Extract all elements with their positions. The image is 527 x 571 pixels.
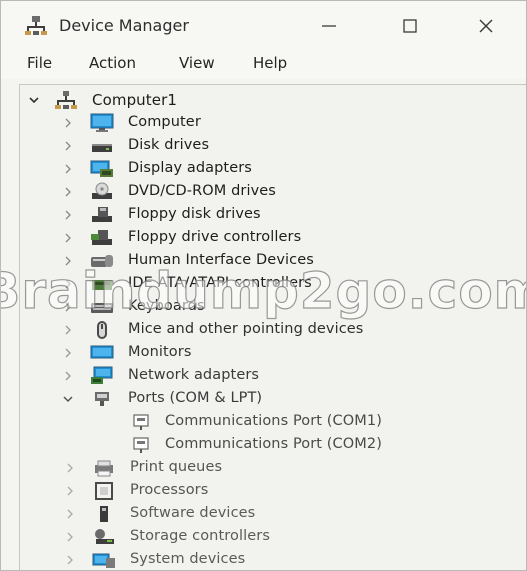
chevron-right-icon[interactable]: [62, 209, 74, 221]
tree-root-computer1[interactable]: Computer1: [20, 89, 520, 111]
tree-item-label: Human Interface Devices: [128, 252, 314, 268]
chevron-right-icon[interactable]: [62, 140, 74, 152]
processor-icon: [95, 482, 113, 500]
tree-item-software-devices[interactable]: Software devices: [20, 503, 520, 525]
tree-item-label: Disk drives: [128, 137, 210, 153]
tree-item-monitors[interactable]: Monitors: [20, 342, 520, 364]
window-title: Device Manager: [59, 16, 189, 35]
tree-item-label: IDE ATA/ATAPI controllers: [128, 275, 312, 291]
network-adapter-icon: [91, 366, 113, 384]
tree-item-print-queues[interactable]: Print queues: [20, 457, 520, 479]
minimize-button[interactable]: [306, 7, 352, 45]
menu-action[interactable]: Action: [87, 54, 138, 72]
com-port-icon: [133, 414, 149, 430]
chevron-right-icon[interactable]: [62, 232, 74, 244]
chevron-right-icon[interactable]: [64, 462, 76, 474]
computer-network-icon: [55, 91, 77, 109]
storage-controller-icon: [95, 529, 114, 544]
menu-view[interactable]: View: [177, 54, 217, 72]
tree-item-label: System devices: [130, 551, 246, 567]
com-port-icon: [133, 437, 149, 453]
maximize-button[interactable]: [387, 7, 433, 45]
disk-drive-icon: [92, 144, 112, 152]
tree-item-floppy-disk-drives[interactable]: Floppy disk drives: [20, 204, 520, 226]
device-tree[interactable]: Computer1 Computer Disk drives Display a…: [19, 84, 526, 570]
tree-item-label: Keyboards: [128, 298, 205, 314]
tree-item-label: Communications Port (COM2): [165, 436, 382, 452]
tree-item-ports[interactable]: Ports (COM & LPT): [20, 388, 520, 410]
tree-item-keyboards[interactable]: Keyboards: [20, 296, 520, 318]
tree-item-label: Network adapters: [128, 367, 260, 383]
chevron-down-icon[interactable]: [62, 393, 74, 405]
tree-item-label: Communications Port (COM1): [165, 413, 382, 429]
tree-item-label: DVD/CD-ROM drives: [128, 183, 276, 199]
chevron-right-icon[interactable]: [62, 163, 74, 175]
minimize-icon: [322, 25, 336, 27]
dvd-drive-icon: [92, 182, 112, 199]
hid-icon: [91, 255, 113, 267]
tree-item-label: Ports (COM & LPT): [128, 390, 263, 406]
tree-item-label: Print queues: [130, 459, 223, 475]
tree-item-disk-drives[interactable]: Disk drives: [20, 135, 520, 157]
mouse-icon: [97, 321, 107, 339]
tree-root-label: Computer1: [92, 91, 178, 109]
tree-item-dvd-cdrom-drives[interactable]: DVD/CD-ROM drives: [20, 181, 520, 203]
title-bar[interactable]: Device Manager: [1, 1, 526, 51]
chevron-right-icon[interactable]: [62, 186, 74, 198]
display-adapter-icon: [90, 160, 113, 177]
tree-item-storage-controllers[interactable]: Storage controllers: [20, 526, 520, 548]
tree-item-network-adapters[interactable]: Network adapters: [20, 365, 520, 387]
chevron-right-icon[interactable]: [62, 117, 74, 129]
tree-item-com2[interactable]: Communications Port (COM2): [20, 434, 520, 456]
software-device-icon: [100, 506, 108, 522]
tree-item-com1[interactable]: Communications Port (COM1): [20, 411, 520, 433]
chevron-right-icon[interactable]: [62, 324, 74, 336]
tree-item-display-adapters[interactable]: Display adapters: [20, 158, 520, 180]
chevron-right-icon[interactable]: [62, 255, 74, 267]
port-icon: [95, 392, 109, 406]
chevron-right-icon[interactable]: [64, 554, 76, 566]
chevron-right-icon[interactable]: [62, 301, 74, 313]
tree-item-system-devices[interactable]: System devices: [20, 549, 520, 570]
tree-item-label: Display adapters: [128, 160, 252, 176]
tree-item-label: Mice and other pointing devices: [128, 321, 364, 337]
floppy-controller-icon: [91, 230, 112, 245]
chevron-right-icon[interactable]: [62, 278, 74, 290]
chevron-right-icon[interactable]: [64, 531, 76, 543]
menu-bar: File Action View Help: [1, 51, 526, 79]
tree-item-label: Floppy disk drives: [128, 206, 261, 222]
chevron-right-icon[interactable]: [64, 508, 76, 520]
tree-item-label: Floppy drive controllers: [128, 229, 302, 245]
tree-item-label: Monitors: [128, 344, 192, 360]
ide-controller-icon: [92, 280, 112, 290]
device-manager-app-icon: [25, 16, 47, 35]
tree-item-floppy-drive-controllers[interactable]: Floppy drive controllers: [20, 227, 520, 249]
tree-item-computer[interactable]: Computer: [20, 112, 520, 134]
chevron-right-icon[interactable]: [64, 485, 76, 497]
tree-item-label: Processors: [130, 482, 209, 498]
menu-help[interactable]: Help: [251, 54, 289, 72]
menu-file[interactable]: File: [25, 54, 54, 72]
monitor-icon: [90, 345, 114, 359]
maximize-icon: [403, 19, 417, 33]
tree-item-mice[interactable]: Mice and other pointing devices: [20, 319, 520, 341]
close-icon: [479, 19, 493, 33]
keyboard-icon: [91, 303, 113, 313]
floppy-drive-icon: [92, 207, 112, 222]
tree-item-label: Software devices: [130, 505, 256, 521]
tree-item-ide-controllers[interactable]: IDE ATA/ATAPI controllers: [20, 273, 520, 295]
chevron-right-icon[interactable]: [62, 370, 74, 382]
device-manager-window: Device Manager File Action View Help Com…: [0, 0, 527, 571]
monitor-icon: [90, 113, 114, 132]
tree-item-processors[interactable]: Processors: [20, 480, 520, 502]
system-devices-icon: [92, 553, 115, 568]
chevron-right-icon[interactable]: [62, 347, 74, 359]
tree-item-label: Storage controllers: [130, 528, 270, 544]
tree-item-label: Computer: [128, 114, 201, 130]
tree-item-human-interface-devices[interactable]: Human Interface Devices: [20, 250, 520, 272]
chevron-down-icon[interactable]: [28, 94, 40, 106]
close-button[interactable]: [463, 7, 509, 45]
printer-icon: [95, 460, 113, 477]
